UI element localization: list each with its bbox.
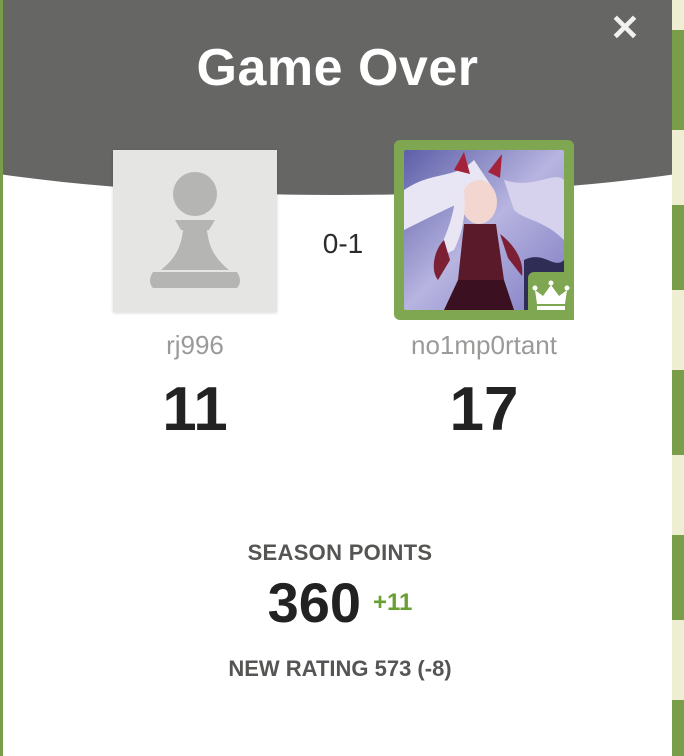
- close-icon[interactable]: ✕: [607, 10, 643, 46]
- new-rating: NEW RATING 573 (-8): [228, 656, 452, 681]
- game-result: 0-1: [322, 228, 364, 259]
- pawn-icon: [150, 172, 240, 288]
- game-over-modal: Game Over ✕ 0-1 rj996 no1mp0rtant 11 17 …: [3, 0, 672, 756]
- season-points-row: 360 +11: [3, 570, 672, 635]
- player-right-points: 17: [449, 375, 519, 444]
- modal-title: Game Over: [196, 39, 479, 97]
- player-left-points: 11: [162, 375, 228, 444]
- board-edge-right: [672, 0, 684, 756]
- player-right-username[interactable]: no1mp0rtant: [374, 330, 594, 361]
- crown-icon: [532, 280, 570, 310]
- crown-badge: [528, 272, 574, 320]
- player-left-username[interactable]: rj996: [93, 330, 297, 361]
- season-points-delta: +11: [373, 588, 413, 616]
- player-right-avatar[interactable]: [394, 140, 574, 320]
- season-points-label: SEASON POINTS: [247, 540, 433, 565]
- season-points-value: 360: [267, 571, 362, 634]
- player-left-avatar[interactable]: [113, 150, 277, 312]
